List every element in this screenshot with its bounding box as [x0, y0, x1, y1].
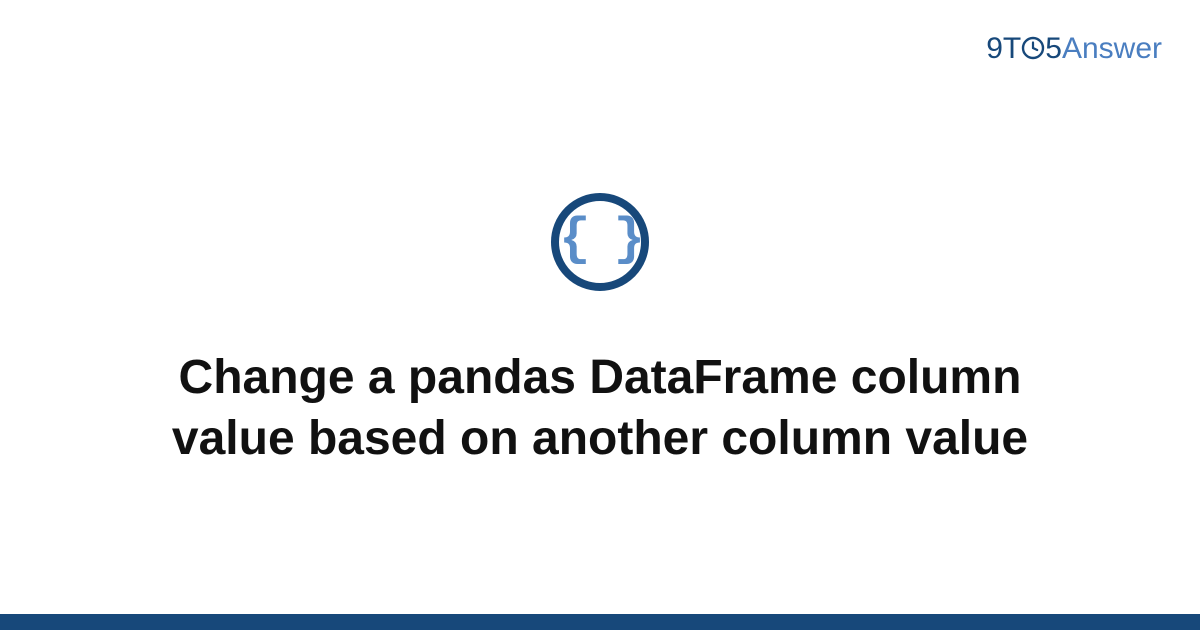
- brand-text-9t: 9T: [986, 32, 1021, 65]
- page-title: Change a pandas DataFrame column value b…: [140, 347, 1060, 470]
- clock-icon: [1021, 34, 1045, 68]
- brand-text-5: 5: [1045, 32, 1062, 65]
- bottom-accent-bar: [0, 614, 1200, 630]
- main-content: { } Change a pandas DataFrame column val…: [0, 0, 1200, 630]
- category-icon: { }: [551, 193, 649, 291]
- brand-text-answer: Answer: [1062, 32, 1162, 65]
- brand-logo: 9T 5Answer: [986, 32, 1162, 68]
- braces-icon: { }: [559, 214, 641, 266]
